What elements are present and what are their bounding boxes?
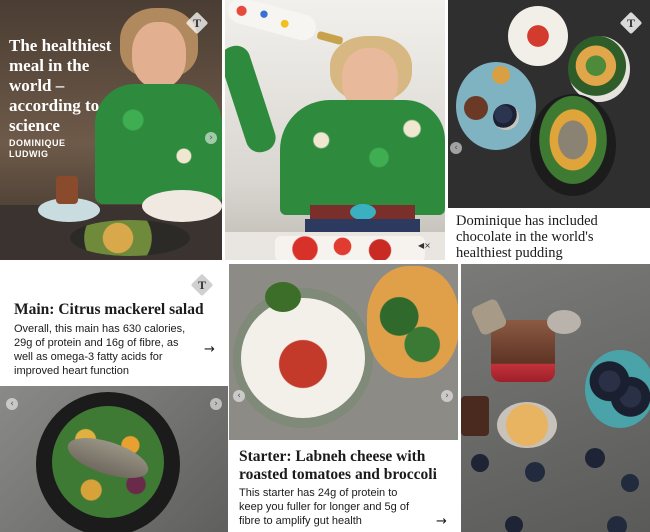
blueberry-dish <box>493 104 519 130</box>
starter-body: This starter has 24g of protein to keep … <box>239 487 410 527</box>
small-bowl <box>547 310 581 334</box>
belt-buckle <box>350 204 376 220</box>
honey-dish <box>497 402 557 448</box>
main-dish-photo-card[interactable]: ‹ › <box>0 386 228 532</box>
labneh-bowl <box>241 298 365 418</box>
main-dish-arrow-icon[interactable]: → <box>204 342 215 357</box>
pudding-photo-card[interactable] <box>461 264 650 532</box>
telegraph-logo-icon: T <box>185 11 209 35</box>
broccoli-top <box>265 282 301 312</box>
mackerel-plate <box>530 94 616 196</box>
bowl-top <box>508 6 568 66</box>
loose-blueberry <box>621 474 639 492</box>
next-slide-icon[interactable]: › <box>441 390 453 402</box>
starter-arrow-icon[interactable]: → <box>436 514 447 529</box>
loose-blueberry <box>585 448 605 468</box>
green-blouse <box>280 100 445 215</box>
prev-slide-icon[interactable]: ‹ <box>450 142 462 154</box>
choc-jar <box>464 96 488 120</box>
plate-right <box>568 36 630 102</box>
chocolate-pieces <box>461 396 489 436</box>
food-platter <box>70 220 190 256</box>
loose-blueberry <box>607 516 627 532</box>
telegraph-logo-icon: T <box>619 11 643 35</box>
blueberry-bowl <box>585 350 650 428</box>
telegraph-logo-icon: T <box>190 273 214 297</box>
bowl-right <box>142 190 222 222</box>
loose-blueberry <box>525 462 545 482</box>
video-card[interactable]: ◀× <box>225 0 445 260</box>
dessert-caption[interactable]: Dominique has included chocolate in the … <box>456 213 646 260</box>
pudding-jar <box>491 320 555 382</box>
starter-card[interactable]: ‹ › Starter: Labneh cheese with roasted … <box>229 264 458 532</box>
loose-blueberry <box>471 454 489 472</box>
main-dish-title[interactable]: Main: Citrus mackerel salad <box>14 300 226 319</box>
mute-icon[interactable]: ◀× <box>418 241 431 250</box>
dessert-card[interactable]: T ‹ Dominique has included chocolate in … <box>448 0 650 260</box>
tomato-dish <box>275 236 425 260</box>
jar-left <box>56 176 78 204</box>
face-shape <box>132 22 186 88</box>
prev-slide-icon[interactable]: ‹ <box>6 398 18 410</box>
hero-headline[interactable]: The healthiest meal in the world – accor… <box>9 36 121 136</box>
sauce-dish <box>492 66 510 84</box>
starter-title[interactable]: Starter: Labneh cheese with roasted toma… <box>239 448 453 484</box>
hero-article-card[interactable]: T The healthiest meal in the world – acc… <box>0 0 222 260</box>
main-dish-body: Overall, this main has 630 calories, 29g… <box>14 323 186 377</box>
next-slide-icon[interactable]: › <box>205 132 217 144</box>
broccoli-plate <box>367 266 458 378</box>
prev-slide-icon[interactable]: ‹ <box>233 390 245 402</box>
hero-author[interactable]: DOMINIQUE LUDWIG <box>9 138 79 160</box>
next-slide-icon[interactable]: › <box>210 398 222 410</box>
loose-blueberry <box>505 516 523 532</box>
